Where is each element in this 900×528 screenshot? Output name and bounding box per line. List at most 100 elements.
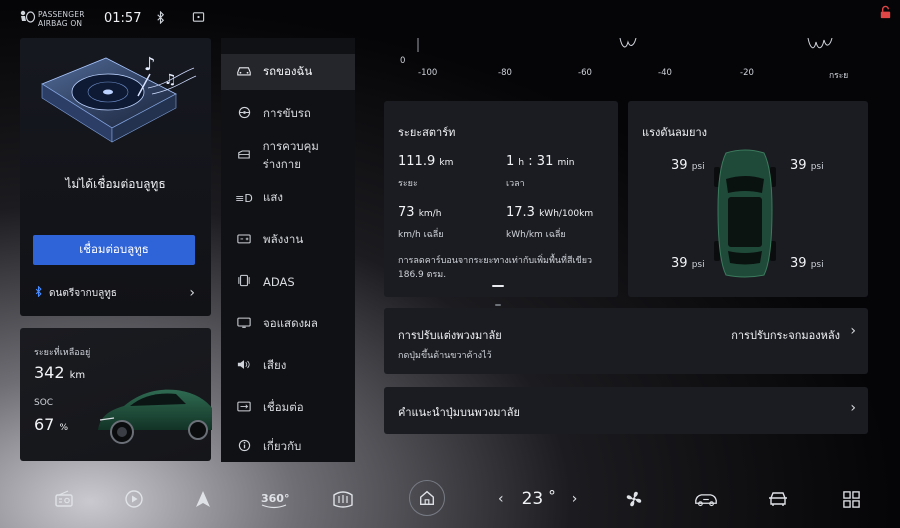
trip-distance-label: ระยะ (398, 179, 418, 189)
steering-wheel-icon (235, 106, 253, 122)
steering-adjust-panel[interactable]: การปรับแต่งพวงมาลัย กดปุ่มขึ้นด้านขวาค้า… (384, 308, 868, 374)
camera-360-icon[interactable]: 360° (259, 486, 289, 512)
airbag-icon (20, 10, 36, 23)
temp-decrease-button[interactable]: ‹ (498, 491, 504, 507)
media-play-icon[interactable] (121, 486, 147, 512)
page-indicator (492, 285, 516, 306)
energy-chart-plot (417, 38, 833, 52)
status-bar: PASSENGER AIRBAG ON 01:57 (0, 0, 900, 36)
mirror-adjust-link[interactable]: การปรับกระจกมองหลัง (731, 326, 840, 344)
menu-item-display[interactable]: จอแสดงผล (221, 306, 355, 342)
info-icon (235, 439, 253, 455)
tire-front-right: 39 psi (790, 158, 824, 173)
energy-chart: 0 -100 -80 -60 -40 -20 กระย (384, 38, 854, 86)
navigation-icon[interactable] (190, 486, 216, 512)
menu-item-driving[interactable]: การขับรถ (221, 96, 355, 132)
range-card[interactable]: ระยะที่เหลืออยู่ 342 km SOC 67 % (20, 328, 212, 461)
car-settings-icon[interactable] (765, 486, 791, 512)
tire-rear-right: 39 psi (790, 256, 824, 271)
tire-front-left: 39 psi (671, 158, 705, 173)
bluetooth-status-title: ไม่ได้เชื่อมต่อบลูทูธ (65, 177, 166, 191)
adas-icon (235, 274, 253, 290)
menu-item-sound[interactable]: เสียง (221, 348, 355, 384)
fan-icon[interactable] (621, 486, 647, 512)
svg-text:360°: 360° (261, 492, 289, 505)
trip-consumption: 17.3 kWh/100km (506, 205, 594, 220)
lock-icon[interactable] (878, 5, 894, 21)
message-icon[interactable] (191, 10, 205, 24)
steering-guide-title: คำแนะนำปุ่มบนพวงมาลัย (398, 406, 520, 419)
bottom-dock: 360° ‹ 23 ° › (0, 472, 900, 528)
trip-title: ระยะสตาร์ท (398, 126, 456, 139)
svg-text:♪: ♪ (144, 54, 156, 75)
steering-adjust-title: การปรับแต่งพวงมาลัย (398, 329, 502, 342)
chevron-right-icon: › (850, 323, 856, 339)
car-image (98, 389, 212, 444)
soc-value: 67 % (34, 415, 69, 434)
airbag-status-text: PASSENGER AIRBAG ON (38, 10, 85, 28)
home-button[interactable] (409, 480, 445, 516)
infotainment-screen: PASSENGER AIRBAG ON 01:57 ♪ ♫ ไม่ได้เชื่… (0, 0, 900, 528)
range-value: 342 km (34, 363, 86, 382)
trip-consumption-label: kWh/km เฉลี่ย (506, 230, 566, 240)
temp-increase-button[interactable]: › (572, 491, 578, 507)
carbon-note: การลดคาร์บอนจากระยะทางเท่ากับเพิ่มพื้นที… (398, 256, 593, 280)
menu-item-energy[interactable]: พลังงาน (221, 222, 355, 258)
car-status-icon[interactable] (692, 486, 720, 512)
menu-item-body-control[interactable]: การควบคุมร่างกาย (221, 138, 355, 174)
range-label: ระยะที่เหลืออยู่ (34, 348, 91, 358)
radio-icon[interactable] (51, 486, 77, 512)
trip-speed: 73 km/h (398, 205, 442, 220)
menu-item-my-car[interactable]: รถของฉัน (221, 54, 355, 90)
settings-menu: รถของฉัน การขับรถ การควบคุมร่างกาย ≡D แสง… (221, 38, 355, 462)
trip-panel[interactable]: ระยะสตาร์ท 111.9 km ระยะ 1 h : 31 min เว… (384, 101, 618, 306)
menu-item-lights[interactable]: ≡D แสง (221, 180, 355, 216)
soc-label: SOC (34, 398, 54, 408)
chevron-right-icon: › (850, 400, 856, 416)
temperature-degree: ° (548, 487, 556, 505)
display-icon (235, 317, 253, 331)
car-top-view (714, 149, 776, 278)
chart-x-tick: -40 (658, 68, 672, 78)
headlight-icon: ≡D (235, 191, 253, 205)
rear-defrost-icon[interactable] (330, 486, 356, 512)
chart-x-unit: กระย (829, 71, 849, 81)
bluetooth-card: ♪ ♫ ไม่ได้เชื่อมต่อบลูทูธ เชื่อมต่อบลูทู… (20, 38, 211, 316)
bluetooth-icon (153, 10, 167, 24)
clock: 01:57 (104, 11, 142, 26)
home-icon (420, 490, 434, 505)
tire-rear-left: 39 psi (671, 256, 705, 271)
car-body-icon (235, 149, 253, 163)
airbag-state: ON (70, 19, 83, 28)
connect-bluetooth-button[interactable]: เชื่อมต่อบลูทูธ (33, 235, 195, 265)
connection-icon (235, 401, 253, 415)
menu-item-connection[interactable]: เชื่อมต่อ (221, 390, 355, 426)
speaker-icon (235, 359, 253, 373)
chart-x-tick: -100 (418, 68, 438, 78)
trip-distance: 111.9 km (398, 154, 454, 169)
temperature-value: 23 (521, 489, 544, 509)
bluetooth-music-label: ดนตรีจากบลูทูธ (49, 287, 117, 299)
bluetooth-icon (33, 285, 49, 300)
trip-time: 1 h : 31 min (506, 154, 575, 169)
menu-item-adas[interactable]: ADAS (221, 264, 355, 300)
apps-grid-icon[interactable] (838, 486, 864, 512)
airbag-line2: AIRBAG (38, 19, 68, 28)
bluetooth-music-row[interactable]: ดนตรีจากบลูทูธ › (33, 284, 195, 302)
chart-x-tick: -80 (498, 68, 512, 78)
steering-adjust-hint: กดปุ่มขึ้นด้านขวาค้างไว้ (398, 351, 492, 361)
tire-pressure-panel[interactable]: แรงดันลมยาง 39 psi 39 psi 39 psi 39 psi (628, 101, 868, 297)
chevron-right-icon: › (189, 285, 195, 301)
chart-y-tick: 0 (400, 56, 406, 66)
temperature-control: ‹ 23 ° › (498, 486, 577, 512)
battery-icon (235, 233, 253, 247)
menu-item-about[interactable]: เกี่ยวกับ (221, 432, 355, 462)
chart-x-tick: -60 (578, 68, 592, 78)
tire-pressure-title: แรงดันลมยาง (642, 126, 708, 139)
airbag-line1: PASSENGER (38, 10, 85, 19)
steering-buttons-guide-panel[interactable]: คำแนะนำปุ่มบนพวงมาลัย › (384, 387, 868, 434)
trip-time-label: เวลา (506, 179, 525, 189)
trip-speed-label: km/h เฉลี่ย (398, 230, 444, 240)
car-icon (235, 65, 253, 79)
chart-x-tick: -20 (740, 68, 754, 78)
